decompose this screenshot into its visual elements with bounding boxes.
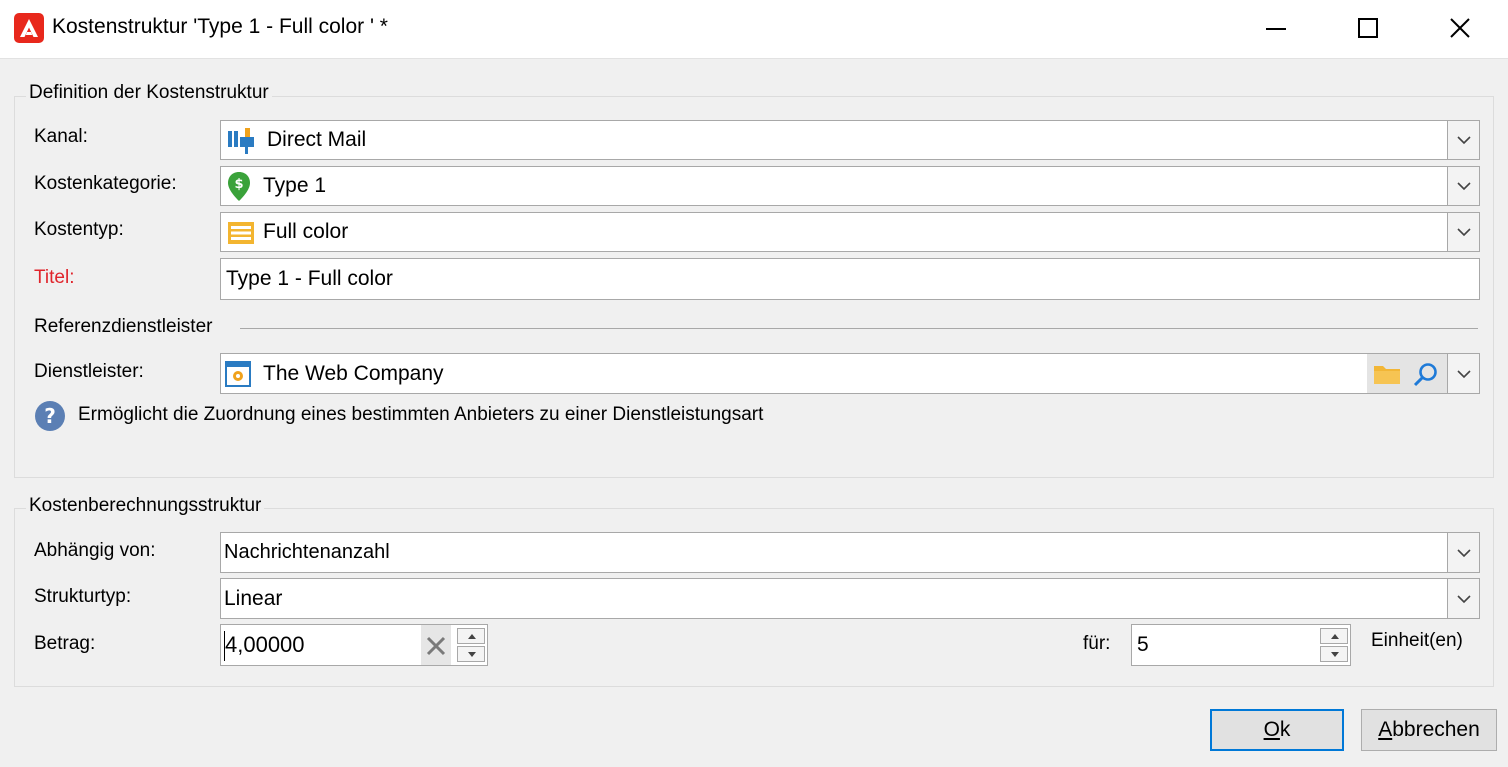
- kostenkategorie-value: Type 1: [263, 174, 327, 197]
- maximize-button[interactable]: [1348, 10, 1388, 46]
- kostenkategorie-label: Kostenkategorie:: [34, 173, 177, 194]
- svg-text:?: ?: [44, 404, 56, 428]
- cancel-mnemonic: A: [1378, 718, 1393, 741]
- chevron-down-icon: [1457, 369, 1471, 378]
- kostenkategorie-select[interactable]: $ Type 1: [220, 166, 1480, 206]
- cancel-label-rest: bbrechen: [1392, 718, 1480, 741]
- einheit-label: Einheit(en): [1371, 630, 1463, 651]
- spin-up-icon: [468, 634, 476, 639]
- ok-button[interactable]: Ok: [1210, 709, 1344, 751]
- spin-down-icon: [1331, 652, 1339, 657]
- kanal-value: Direct Mail: [267, 128, 367, 151]
- ok-mnemonic: O: [1263, 718, 1280, 741]
- betrag-input[interactable]: 4,00000: [220, 624, 488, 666]
- chevron-down-icon: [1457, 594, 1471, 603]
- kostentyp-value: Full color: [263, 220, 349, 243]
- spin-down-icon: [468, 652, 476, 657]
- abhaengig-value: Nachrichtenanzahl: [224, 541, 390, 563]
- cancel-button[interactable]: Abbrechen: [1361, 709, 1497, 751]
- maximize-icon: [1358, 18, 1378, 38]
- spin-up-icon: [1331, 634, 1339, 639]
- help-icon: ?: [35, 401, 65, 431]
- cost-type-icon: [228, 222, 254, 244]
- strukturtyp-label: Strukturtyp:: [34, 586, 132, 607]
- app-logo-icon: [14, 13, 44, 43]
- chevron-down-icon: [1457, 228, 1471, 237]
- ok-label-rest: k: [1279, 718, 1291, 741]
- chevron-down-icon: [1457, 182, 1471, 191]
- section-divider: [240, 328, 1478, 329]
- definition-legend: Definition der Kostenstruktur: [26, 82, 272, 104]
- fuer-spin-up[interactable]: [1320, 628, 1348, 644]
- kanal-dropdown-button[interactable]: [1447, 121, 1479, 159]
- title-bar: Kostenstruktur 'Type 1 - Full color ' *: [0, 0, 1508, 58]
- close-button[interactable]: [1440, 10, 1480, 46]
- kostentyp-label: Kostentyp:: [34, 219, 124, 240]
- kostentyp-dropdown-button[interactable]: [1447, 213, 1479, 251]
- kanal-label: Kanal:: [34, 126, 88, 147]
- dienstleister-dropdown-button[interactable]: [1447, 354, 1479, 393]
- abhaengig-select[interactable]: Nachrichtenanzahl: [220, 532, 1480, 573]
- close-icon: [1450, 18, 1470, 38]
- search-icon[interactable]: [1413, 362, 1439, 388]
- abhaengig-dropdown-button[interactable]: [1447, 533, 1479, 572]
- strukturtyp-value: Linear: [224, 586, 283, 610]
- betrag-label: Betrag:: [34, 633, 96, 654]
- titel-input[interactable]: Type 1 - Full color: [220, 258, 1480, 300]
- kanal-select[interactable]: Direct Mail: [220, 120, 1480, 160]
- abhaengig-label: Abhängig von:: [34, 540, 156, 561]
- fuer-label: für:: [1083, 633, 1111, 654]
- dienstleister-label: Dienstleister:: [34, 361, 144, 382]
- minimize-icon: [1266, 28, 1286, 30]
- dienstleister-actions: [1367, 354, 1447, 393]
- help-text: Ermöglicht die Zuordnung eines bestimmte…: [78, 404, 764, 425]
- cost-category-icon: $: [228, 172, 250, 201]
- calculation-legend: Kostenberechnungsstruktur: [26, 495, 265, 517]
- chevron-down-icon: [1457, 136, 1471, 145]
- strukturtyp-dropdown-button[interactable]: [1447, 579, 1479, 618]
- titel-value: Type 1 - Full color: [226, 267, 393, 290]
- fuer-input[interactable]: 5: [1131, 624, 1351, 666]
- reference-section-label: Referenzdienstleister: [34, 316, 213, 337]
- betrag-spin-up[interactable]: [457, 628, 485, 644]
- direct-mail-icon: [228, 128, 254, 154]
- fuer-value: 5: [1137, 633, 1149, 656]
- betrag-spin-down[interactable]: [457, 646, 485, 662]
- chevron-down-icon: [1457, 548, 1471, 557]
- kostenkategorie-dropdown-button[interactable]: [1447, 167, 1479, 205]
- strukturtyp-select[interactable]: Linear: [220, 578, 1480, 619]
- svg-text:$: $: [234, 177, 243, 192]
- kostentyp-select[interactable]: Full color: [220, 212, 1480, 252]
- dienstleister-select[interactable]: The Web Company: [220, 353, 1480, 394]
- fuer-spin-down[interactable]: [1320, 646, 1348, 662]
- dienstleister-value: The Web Company: [263, 361, 444, 385]
- titel-label: Titel:: [34, 267, 75, 288]
- betrag-value: 4,00000: [225, 632, 305, 657]
- provider-icon: [225, 361, 251, 387]
- text-cursor: [224, 631, 225, 661]
- clear-x-icon: [426, 636, 446, 656]
- folder-icon[interactable]: [1373, 363, 1401, 385]
- clear-button[interactable]: [421, 625, 451, 665]
- minimize-button[interactable]: [1256, 10, 1296, 46]
- window-title: Kostenstruktur 'Type 1 - Full color ' *: [52, 15, 388, 38]
